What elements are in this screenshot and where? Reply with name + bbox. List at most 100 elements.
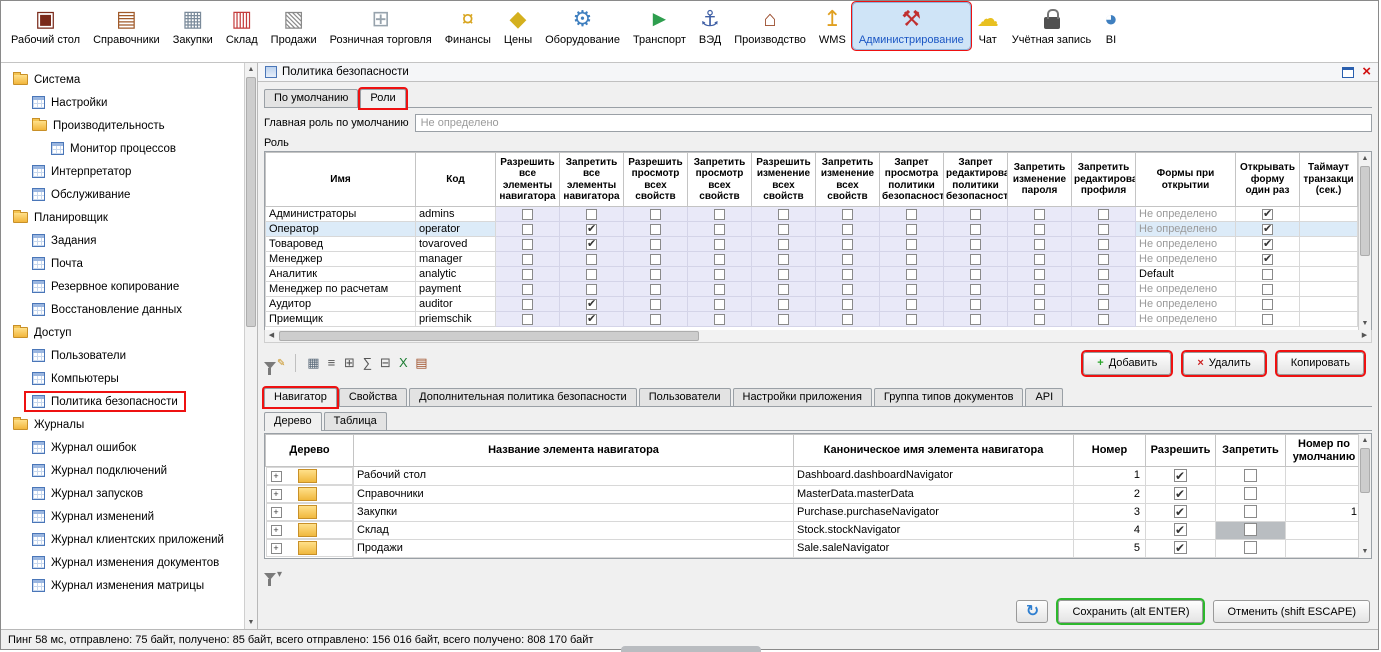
- sidebar-item-11[interactable]: Доступ: [1, 321, 244, 344]
- permission-checkbox[interactable]: [970, 269, 981, 280]
- role-permission-cell[interactable]: [1008, 252, 1072, 267]
- permission-checkbox[interactable]: [650, 299, 661, 310]
- role-name-cell[interactable]: Менеджер по расчетам: [266, 282, 416, 297]
- role-permission-cell[interactable]: [1072, 282, 1136, 297]
- deny-checkbox[interactable]: [1244, 469, 1257, 482]
- role-permission-cell[interactable]: [752, 297, 816, 312]
- role-form-cell[interactable]: Не определено: [1136, 237, 1236, 252]
- allow-checkbox[interactable]: [1174, 523, 1187, 536]
- permission-checkbox[interactable]: [778, 209, 789, 220]
- toolbar-item-warehouse[interactable]: ▥Склад: [220, 3, 264, 49]
- table-row[interactable]: ПриемщикpriemschikНе определено: [266, 312, 1358, 327]
- role-permission-cell[interactable]: [560, 282, 624, 297]
- expand-icon[interactable]: +: [271, 471, 282, 482]
- role-permission-cell[interactable]: [1072, 222, 1136, 237]
- expand-icon[interactable]: +: [271, 525, 282, 536]
- role-permission-cell[interactable]: [816, 267, 880, 282]
- permission-checkbox[interactable]: [970, 239, 981, 250]
- sidebar-scrollbar[interactable]: ▲ ▼: [244, 63, 257, 629]
- role-permission-cell[interactable]: [624, 237, 688, 252]
- nav-deny-cell[interactable]: [1216, 485, 1286, 503]
- column-header[interactable]: Запретить просмотр всех свойств: [688, 153, 752, 207]
- role-permission-cell[interactable]: [1072, 267, 1136, 282]
- role-permission-cell[interactable]: [880, 297, 944, 312]
- table-row[interactable]: МенеджерmanagerНе определено: [266, 252, 1358, 267]
- permission-checkbox[interactable]: [778, 254, 789, 265]
- open-once-checkbox[interactable]: [1262, 224, 1273, 235]
- role-permission-cell[interactable]: [880, 252, 944, 267]
- scroll-down-icon[interactable]: ▼: [245, 616, 257, 629]
- sidebar-item-4[interactable]: Интерпретатор: [1, 160, 244, 183]
- role-code-cell[interactable]: auditor: [416, 297, 496, 312]
- toolbar-item-administration[interactable]: ⚒Администрирование: [853, 3, 970, 49]
- permission-checkbox[interactable]: [522, 209, 533, 220]
- toolbar-item-account[interactable]: Учётная запись: [1006, 3, 1098, 49]
- open-once-cell[interactable]: [1236, 222, 1300, 237]
- role-permission-cell[interactable]: [944, 297, 1008, 312]
- role-permission-cell[interactable]: [816, 222, 880, 237]
- role-permission-cell[interactable]: [880, 282, 944, 297]
- sidebar-item-13[interactable]: Компьютеры: [1, 367, 244, 390]
- role-permission-cell[interactable]: [688, 312, 752, 327]
- toolbar-item-finance[interactable]: ¤Финансы: [439, 3, 497, 49]
- nav-allow-cell[interactable]: [1146, 467, 1216, 486]
- toolbar-item-bi[interactable]: ◕BI: [1098, 3, 1123, 49]
- permission-checkbox[interactable]: [842, 314, 853, 325]
- filter-icon[interactable]: ✎: [264, 358, 285, 369]
- open-once-cell[interactable]: [1236, 267, 1300, 282]
- role-permission-cell[interactable]: [496, 297, 560, 312]
- table-row[interactable]: +Рабочий столDashboard.dashboardNavigato…: [266, 467, 1359, 486]
- permission-checkbox[interactable]: [1098, 239, 1109, 250]
- nav-allow-cell[interactable]: [1146, 539, 1216, 557]
- sidebar-item-22[interactable]: Журнал изменения матрицы: [1, 574, 244, 597]
- role-permission-cell[interactable]: [752, 207, 816, 222]
- role-name-cell[interactable]: Менеджер: [266, 252, 416, 267]
- permission-checkbox[interactable]: [1034, 254, 1045, 265]
- scroll-down-icon[interactable]: ▼: [1359, 317, 1371, 330]
- sidebar-item-14[interactable]: Политика безопасности: [1, 390, 244, 413]
- open-once-checkbox[interactable]: [1262, 254, 1273, 265]
- role-permission-cell[interactable]: [1072, 207, 1136, 222]
- role-permission-cell[interactable]: [816, 312, 880, 327]
- role-code-cell[interactable]: tovaroved: [416, 237, 496, 252]
- role-permission-cell[interactable]: [624, 207, 688, 222]
- role-permission-cell[interactable]: [688, 222, 752, 237]
- permission-checkbox[interactable]: [1098, 224, 1109, 235]
- role-code-cell[interactable]: priemschik: [416, 312, 496, 327]
- role-permission-cell[interactable]: [1072, 312, 1136, 327]
- timeout-cell[interactable]: [1300, 237, 1358, 252]
- role-permission-cell[interactable]: [560, 297, 624, 312]
- open-once-checkbox[interactable]: [1262, 299, 1273, 310]
- role-permission-cell[interactable]: [1008, 297, 1072, 312]
- nav-name-cell[interactable]: Склад: [354, 521, 794, 539]
- role-permission-cell[interactable]: [944, 222, 1008, 237]
- expand-icon[interactable]: +: [271, 507, 282, 518]
- sidebar-item-2[interactable]: Производительность: [1, 114, 244, 137]
- sidebar-item-6[interactable]: Планировщик: [1, 206, 244, 229]
- nav-name-cell[interactable]: Рабочий стол: [354, 467, 794, 486]
- permission-checkbox[interactable]: [970, 284, 981, 295]
- role-permission-cell[interactable]: [496, 237, 560, 252]
- role-permission-cell[interactable]: [1008, 237, 1072, 252]
- nav-allow-cell[interactable]: [1146, 485, 1216, 503]
- sidebar-item-3[interactable]: Монитор процессов: [1, 137, 244, 160]
- role-permission-cell[interactable]: [624, 312, 688, 327]
- permission-checkbox[interactable]: [1034, 269, 1045, 280]
- toolbar-item-directories[interactable]: ▤Справочники: [87, 3, 166, 49]
- permission-checkbox[interactable]: [1098, 314, 1109, 325]
- column-header[interactable]: Формы при открытии: [1136, 153, 1236, 207]
- role-form-cell[interactable]: Default: [1136, 267, 1236, 282]
- column-header[interactable]: Разрешить просмотр всех свойств: [624, 153, 688, 207]
- open-once-checkbox[interactable]: [1262, 269, 1273, 280]
- column-header[interactable]: Запретить: [1216, 435, 1286, 467]
- permission-checkbox[interactable]: [586, 299, 597, 310]
- sidebar-item-5[interactable]: Обслуживание: [1, 183, 244, 206]
- role-permission-cell[interactable]: [624, 282, 688, 297]
- role-permission-cell[interactable]: [688, 252, 752, 267]
- permission-checkbox[interactable]: [586, 209, 597, 220]
- scroll-up-icon[interactable]: ▲: [245, 63, 257, 76]
- role-name-cell[interactable]: Оператор: [266, 222, 416, 237]
- permission-checkbox[interactable]: [522, 254, 533, 265]
- nav-default-number-cell[interactable]: [1286, 485, 1359, 503]
- nav-deny-cell[interactable]: [1216, 521, 1286, 539]
